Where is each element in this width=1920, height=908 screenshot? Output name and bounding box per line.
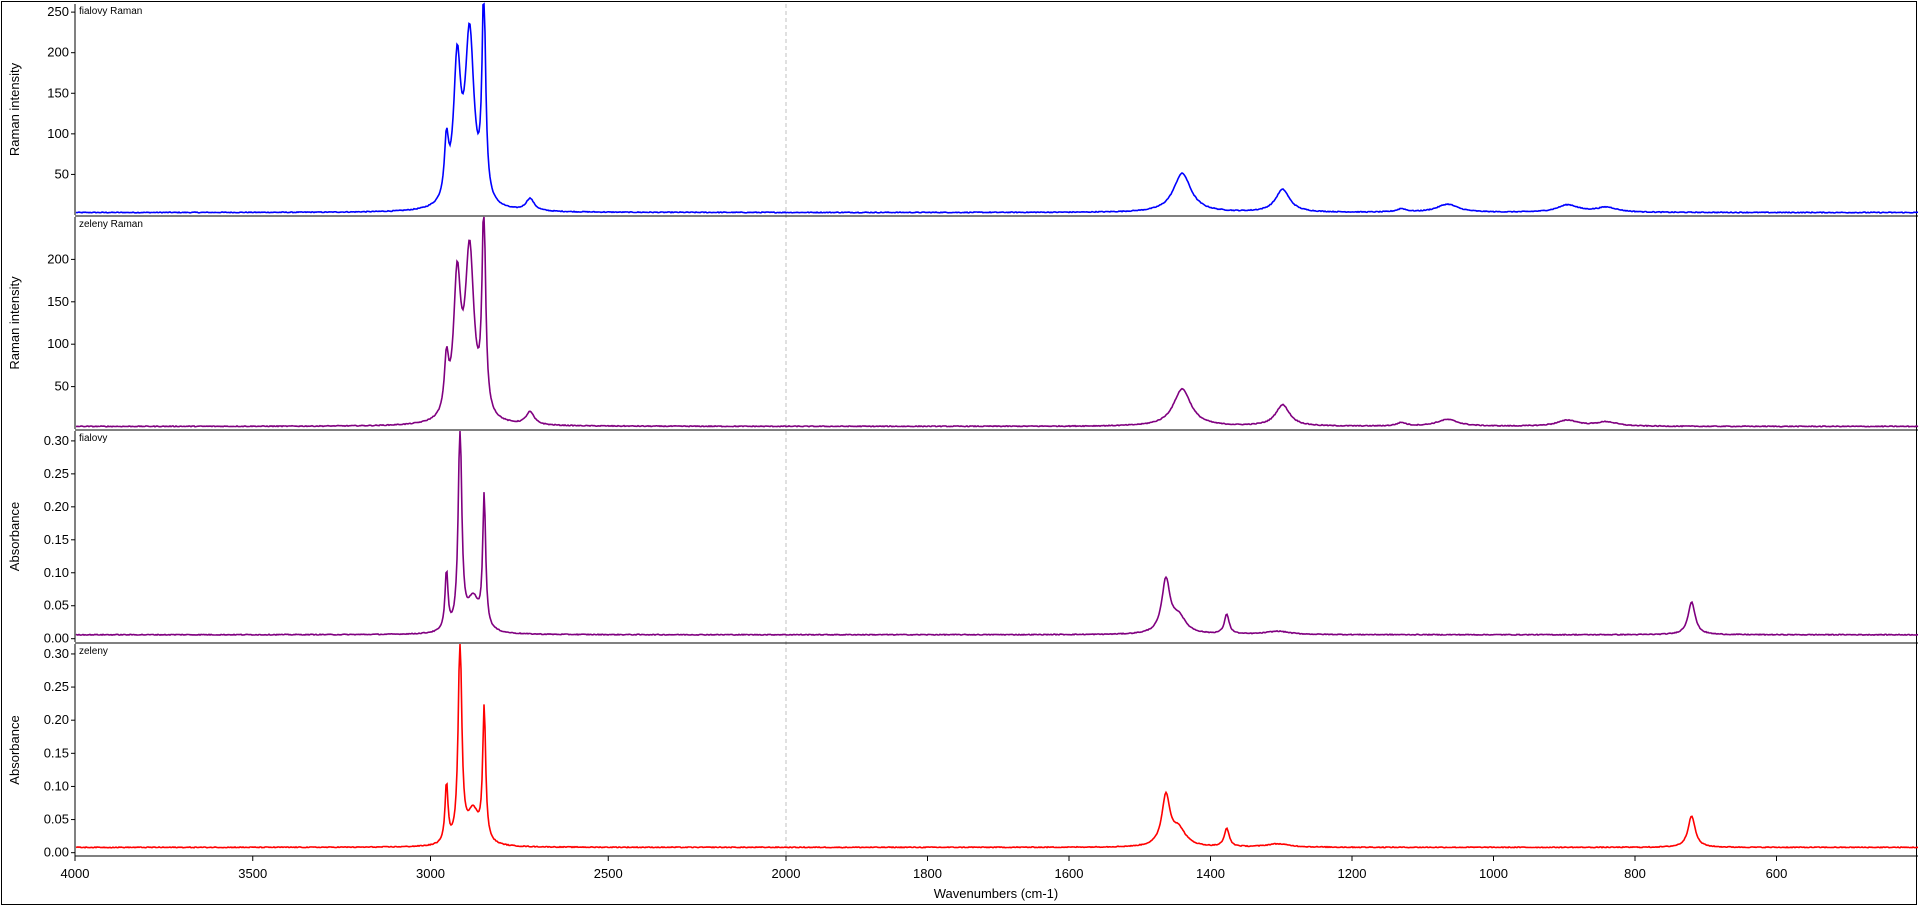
x-tick-label: 1200 xyxy=(1338,866,1367,881)
y-tick-label: 200 xyxy=(47,251,69,266)
y-tick-label: 100 xyxy=(47,126,69,141)
spectra-chart: 50 100 150 200 250 Raman intensity fialovy Ram… xyxy=(7,2,1919,901)
y-tick-label: 0.05 xyxy=(44,598,69,613)
y-tick-label: 150 xyxy=(47,294,69,309)
y-tick-label: 0.30 xyxy=(44,646,69,661)
y-tick-label: 0.15 xyxy=(44,532,69,547)
y-tick-label: 0.25 xyxy=(44,679,69,694)
x-axis-title: Wavenumbers (cm-1) xyxy=(934,886,1058,901)
spectrum-line-2 xyxy=(76,216,1919,428)
x-tick-label: 1600 xyxy=(1055,866,1084,881)
x-tick-label: 3500 xyxy=(238,866,267,881)
y-tick-label: 0.10 xyxy=(44,778,69,793)
y-axis-title: Absorbance xyxy=(7,715,22,784)
y-tick-label: 0.20 xyxy=(44,712,69,727)
y-tick-label: 0.30 xyxy=(44,433,69,448)
y-tick-label: 0.20 xyxy=(44,499,69,514)
y-tick-label: 0.15 xyxy=(44,745,69,760)
panel-title: zeleny xyxy=(79,646,108,657)
y-tick-label: 0.00 xyxy=(44,845,69,860)
x-tick-label: 800 xyxy=(1624,866,1646,881)
x-tick-label: 2500 xyxy=(594,866,623,881)
y-tick-label: 0.25 xyxy=(44,466,69,481)
spectrum-line-4 xyxy=(75,643,1919,849)
panel-title: zeleny Raman xyxy=(79,219,143,230)
y-tick-label: 200 xyxy=(47,45,69,60)
x-tick-label: 600 xyxy=(1766,866,1788,881)
y-tick-label: 50 xyxy=(55,379,69,394)
spectrum-line-3 xyxy=(75,430,1919,637)
spectrum-line-1 xyxy=(75,2,1919,214)
y-axis-title: Raman intensity xyxy=(7,62,22,156)
y-tick-label: 100 xyxy=(47,336,69,351)
y-tick-label: 0.05 xyxy=(44,812,69,827)
y-tick-label: 250 xyxy=(47,4,69,19)
spectra-chart-window: 50 100 150 200 250 Raman intensity fialovy Ram… xyxy=(0,0,1920,908)
panel-title: fialovy Raman xyxy=(79,6,142,17)
y-axis-title: Raman intensity xyxy=(7,276,22,370)
y-tick-label: 50 xyxy=(55,166,69,181)
y-tick-label: 0.10 xyxy=(44,565,69,580)
x-tick-label: 3000 xyxy=(416,866,445,881)
y-tick-label: 150 xyxy=(47,85,69,100)
y-axis-title: Absorbance xyxy=(7,502,22,571)
x-tick-label: 4000 xyxy=(61,866,90,881)
x-tick-label: 1000 xyxy=(1479,866,1508,881)
x-tick-label: 2000 xyxy=(772,866,801,881)
x-tick-label: 1800 xyxy=(913,866,942,881)
panel-title: fialovy xyxy=(79,433,107,444)
y-tick-label: 0.00 xyxy=(44,631,69,646)
x-tick-label: 1400 xyxy=(1196,866,1225,881)
